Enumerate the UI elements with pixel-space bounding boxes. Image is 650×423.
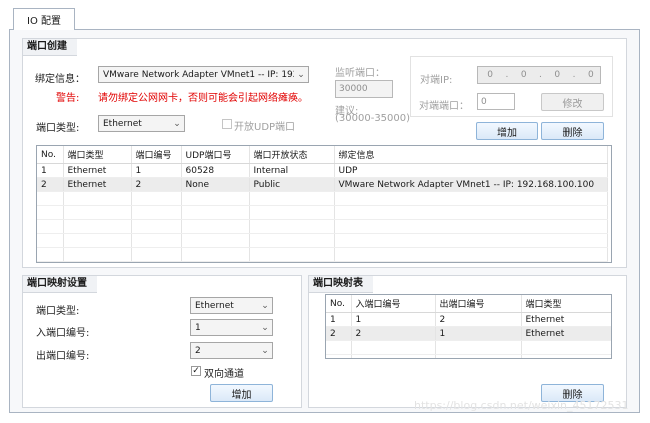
- column-header[interactable]: 入端口编号: [351, 295, 436, 313]
- empty-row: [37, 205, 608, 220]
- peer-ip-octet-1: 0: [487, 70, 493, 80]
- column-header[interactable]: 端口开放状态: [249, 146, 335, 164]
- table-cell: 1: [131, 163, 182, 178]
- open-udp-checkbox[interactable]: [222, 119, 232, 129]
- add-port-button[interactable]: 增加: [476, 122, 538, 140]
- chevron-down-icon: ⌄: [261, 345, 269, 356]
- map-port-type-value: Ethernet: [195, 300, 234, 311]
- table-cell: Ethernet: [521, 326, 611, 341]
- add-mapping-button[interactable]: 增加: [210, 384, 273, 402]
- check-icon: ✓: [192, 365, 200, 376]
- tab-io-config[interactable]: IO 配置: [13, 8, 75, 30]
- table-cell: 1: [326, 312, 352, 327]
- chevron-down-icon: ⌄: [173, 118, 181, 129]
- bidirectional-checkbox[interactable]: ✓: [191, 366, 201, 376]
- table-cell: Ethernet: [63, 163, 132, 178]
- listen-port-input[interactable]: 30000: [335, 80, 393, 98]
- table-cell: 1: [37, 163, 64, 178]
- table-cell: Ethernet: [63, 177, 132, 192]
- in-port-value: 1: [195, 322, 201, 333]
- table-row[interactable]: 1 Ethernet 1 60528 Internal UDP: [37, 163, 608, 178]
- warning-text: 请勿绑定公网网卡，否则可能会引起网络瘫痪。: [98, 93, 308, 104]
- port-create-title: 端口创建: [23, 39, 77, 56]
- table-row[interactable]: 2 Ethernet 2 None Public VMware Network …: [37, 177, 608, 192]
- warning-label: 警告:: [56, 93, 80, 104]
- port-map-table-title: 端口映射表: [309, 276, 373, 293]
- out-port-value: 2: [195, 345, 201, 356]
- port-table[interactable]: No. 端口类型 端口编号 UDP端口号 端口开放状态 绑定信息 1 Ether…: [36, 145, 612, 263]
- column-header[interactable]: No.: [326, 295, 352, 313]
- listen-port-label: 监听端口：: [335, 68, 385, 79]
- ip-dot: .: [572, 70, 576, 80]
- in-port-select[interactable]: 1 ⌄: [190, 319, 273, 336]
- delete-port-button[interactable]: 删除: [541, 122, 604, 140]
- port-map-settings-title: 端口映射设置: [23, 276, 97, 293]
- chevron-down-icon: ⌄: [261, 300, 269, 311]
- empty-row: [37, 247, 608, 262]
- chevron-down-icon: ⌄: [261, 322, 269, 333]
- open-udp-label: 开放UDP端口: [234, 122, 296, 133]
- column-header[interactable]: 端口编号: [131, 146, 182, 164]
- table-cell: 1: [435, 326, 522, 341]
- peer-ip-octet-3: 0: [554, 70, 561, 80]
- mapping-table[interactable]: No. 入端口编号 出端口编号 端口类型 1 1 2 Ethernet 2 2 …: [325, 294, 612, 359]
- table-cell: Internal: [249, 163, 335, 178]
- bind-info-value: VMware Network Adapter VMnet1 -- IP: 192…: [103, 69, 294, 80]
- empty-row: [37, 191, 608, 206]
- table-cell: 2: [37, 177, 64, 192]
- bidirectional-label: 双向通道: [204, 369, 244, 380]
- table-cell: 2: [351, 326, 436, 341]
- ip-dot: .: [505, 70, 509, 80]
- column-header[interactable]: 端口类型: [63, 146, 132, 164]
- port-type-select[interactable]: Ethernet ⌄: [98, 115, 185, 132]
- peer-ip-input[interactable]: 0 . 0 . 0 . 0: [477, 66, 601, 84]
- empty-row: [326, 354, 611, 358]
- peer-port-input[interactable]: 0: [477, 93, 515, 110]
- peer-ip-label: 对端IP:: [420, 75, 453, 86]
- empty-row: [37, 219, 608, 234]
- empty-row: [37, 233, 608, 248]
- in-port-label: 入端口编号:: [36, 328, 90, 339]
- out-port-select[interactable]: 2 ⌄: [190, 342, 273, 359]
- table-row[interactable]: 2 2 1 Ethernet: [326, 326, 611, 341]
- port-table-header: No. 端口类型 端口编号 UDP端口号 端口开放状态 绑定信息: [37, 146, 608, 164]
- watermark: https://blog.csdn.net/weixin_45172531: [414, 399, 629, 412]
- map-port-type-label: 端口类型:: [36, 306, 80, 317]
- map-port-type-select[interactable]: Ethernet ⌄: [190, 297, 273, 314]
- column-header[interactable]: 出端口编号: [435, 295, 522, 313]
- bind-info-select[interactable]: VMware Network Adapter VMnet1 -- IP: 192…: [98, 66, 309, 83]
- peer-ip-octet-2: 0: [520, 70, 527, 80]
- suggest-range: (30000-35000): [335, 113, 411, 124]
- table-cell: 2: [131, 177, 182, 192]
- empty-row: [326, 340, 611, 355]
- mapping-table-header: No. 入端口编号 出端口编号 端口类型: [326, 295, 611, 313]
- chevron-down-icon: ⌄: [297, 69, 305, 80]
- table-cell: 1: [351, 312, 436, 327]
- table-cell: VMware Network Adapter VMnet1 -- IP: 192…: [334, 177, 608, 192]
- table-cell: 2: [435, 312, 522, 327]
- column-header[interactable]: 端口类型: [521, 295, 611, 313]
- tab-label: IO 配置: [27, 16, 61, 27]
- out-port-label: 出端口编号:: [36, 351, 90, 362]
- port-type-label: 端口类型:: [36, 123, 80, 134]
- table-cell: Public: [249, 177, 335, 192]
- bind-info-label: 绑定信息：: [35, 74, 85, 85]
- listen-port-value: 30000: [339, 84, 368, 94]
- table-cell: 60528: [181, 163, 250, 178]
- table-row[interactable]: 1 1 2 Ethernet: [326, 312, 611, 327]
- table-cell: UDP: [334, 163, 608, 178]
- ip-dot: .: [539, 70, 542, 80]
- table-cell: 2: [326, 326, 352, 341]
- modify-button[interactable]: 修改: [541, 93, 604, 111]
- peer-port-label: 对端端口：: [419, 101, 469, 112]
- column-header[interactable]: UDP端口号: [181, 146, 250, 164]
- table-cell: Ethernet: [521, 312, 611, 327]
- peer-ip-octet-4: 0: [587, 70, 594, 80]
- column-header[interactable]: 绑定信息: [334, 146, 608, 164]
- column-header[interactable]: No.: [37, 146, 64, 164]
- table-cell: None: [181, 177, 250, 192]
- peer-port-value: 0: [481, 96, 487, 107]
- port-type-value: Ethernet: [103, 118, 142, 129]
